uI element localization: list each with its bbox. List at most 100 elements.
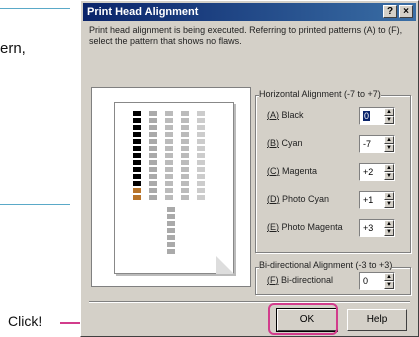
close-button[interactable]: × [399, 5, 413, 18]
top-rule [0, 8, 70, 9]
pattern-mark [197, 195, 205, 200]
pattern-mark [165, 118, 173, 123]
photo-magenta-key: (E) [267, 222, 280, 232]
photo-cyan-spin-buttons: ▲ ▼ [384, 192, 394, 208]
help-titlebar-button[interactable]: ? [383, 5, 397, 18]
bidirectional-decrement-icon[interactable]: ▼ [384, 281, 394, 289]
pattern-mark [149, 111, 157, 116]
photo-magenta-decrement-icon[interactable]: ▼ [384, 228, 394, 236]
pattern-mark [165, 139, 173, 144]
cyan-label-text: Cyan [281, 138, 303, 148]
black-key: (A) [267, 110, 280, 120]
magenta-value[interactable]: +2 [363, 167, 373, 177]
cyan-increment-icon[interactable]: ▲ [384, 136, 394, 144]
horizontal-group-label: Horizontal Alignment (-7 to +7) [259, 89, 381, 99]
black-label-text: Black [281, 110, 304, 120]
pattern-mark [181, 132, 189, 137]
instructions-text: Print head alignment is being executed. … [89, 25, 403, 46]
magenta-decrement-icon[interactable]: ▼ [384, 172, 394, 180]
photo-magenta-increment-icon[interactable]: ▲ [384, 220, 394, 228]
photo-magenta-spinner[interactable]: +3 ▲ ▼ [359, 219, 395, 237]
photo-cyan-label: (D) Photo Cyan [267, 194, 329, 204]
pattern-mark [167, 235, 175, 240]
magenta-spinner[interactable]: +2 ▲ ▼ [359, 163, 395, 181]
bidirectional-label: (F) Bi-directional [267, 275, 333, 285]
pattern-mark [149, 139, 157, 144]
printed-sheet-preview [114, 102, 234, 274]
bidirectional-label-text: Bi-directional [281, 275, 334, 285]
cyan-key: (B) [267, 138, 280, 148]
pattern-mark [181, 118, 189, 123]
photo-cyan-increment-icon[interactable]: ▲ [384, 192, 394, 200]
pattern-mark [165, 146, 173, 151]
pattern-mark [181, 174, 189, 179]
cyan-spinner[interactable]: -7 ▲ ▼ [359, 135, 395, 153]
pattern-mark [133, 195, 141, 200]
photo-cyan-decrement-icon[interactable]: ▼ [384, 200, 394, 208]
photo-cyan-spinner[interactable]: +1 ▲ ▼ [359, 191, 395, 209]
pattern-mark [197, 118, 205, 123]
pattern-mark [149, 174, 157, 179]
black-spin-buttons: ▲ ▼ [384, 108, 394, 124]
pattern-preview [91, 87, 251, 287]
pattern-mark [149, 181, 157, 186]
bidirectional-spin-buttons: ▲ ▼ [384, 273, 394, 289]
black-increment-icon[interactable]: ▲ [384, 108, 394, 116]
magenta-key: (C) [267, 166, 280, 176]
pattern-mark [133, 146, 141, 151]
title-buttons: ? × [383, 5, 413, 18]
pattern-mark [165, 188, 173, 193]
pattern-mark [181, 111, 189, 116]
photo-cyan-label-text: Photo Cyan [282, 194, 330, 204]
pattern-mark [133, 132, 141, 137]
black-label: (A) Black [267, 110, 304, 120]
pattern-mark [167, 214, 175, 219]
bidirectional-group-label: Bi-directional Alignment (-3 to +3) [259, 260, 393, 270]
pattern-mark [133, 139, 141, 144]
pattern-mark [165, 132, 173, 137]
photo-magenta-label-text: Photo Magenta [281, 222, 343, 232]
row-black: (A) Black 0 ▲ ▼ [267, 107, 407, 125]
cyan-decrement-icon[interactable]: ▼ [384, 144, 394, 152]
bidirectional-spinner[interactable]: 0 ▲ ▼ [359, 272, 395, 290]
pattern-mark [181, 160, 189, 165]
row-photo-cyan: (D) Photo Cyan +1 ▲ ▼ [267, 191, 407, 209]
pattern-mark [149, 125, 157, 130]
bidirectional-value[interactable]: 0 [363, 276, 368, 286]
row-magenta: (C) Magenta +2 ▲ ▼ [267, 163, 407, 181]
pattern-mark [197, 125, 205, 130]
black-decrement-icon[interactable]: ▼ [384, 116, 394, 124]
pattern-mark [165, 174, 173, 179]
pattern-mark [133, 125, 141, 130]
callout-label: Click! [8, 313, 43, 329]
pattern-mark [133, 181, 141, 186]
pattern-mark [197, 132, 205, 137]
photo-magenta-label: (E) Photo Magenta [267, 222, 343, 232]
pattern-mark [149, 195, 157, 200]
pattern-mark [165, 160, 173, 165]
pattern-mark [133, 118, 141, 123]
page-curl-icon [216, 256, 234, 274]
help-button[interactable]: Help [347, 309, 407, 331]
row-cyan: (B) Cyan -7 ▲ ▼ [267, 135, 407, 153]
dialog-titlebar: Print Head Alignment ? × [83, 3, 416, 21]
pattern-mark [133, 167, 141, 172]
pattern-mark [197, 146, 205, 151]
cyan-value[interactable]: -7 [363, 139, 371, 149]
photo-magenta-value[interactable]: +3 [363, 223, 373, 233]
pattern-mark [167, 242, 175, 247]
bidirectional-increment-icon[interactable]: ▲ [384, 273, 394, 281]
pattern-mark [197, 181, 205, 186]
black-value[interactable]: 0 [363, 111, 371, 121]
pattern-mark [181, 125, 189, 130]
middle-rule [0, 204, 70, 205]
pattern-mark [165, 181, 173, 186]
pattern-mark [197, 174, 205, 179]
cyan-spin-buttons: ▲ ▼ [384, 136, 394, 152]
pattern-mark [165, 111, 173, 116]
photo-cyan-value[interactable]: +1 [363, 195, 373, 205]
photo-magenta-spin-buttons: ▲ ▼ [384, 220, 394, 236]
black-spinner[interactable]: 0 ▲ ▼ [359, 107, 395, 125]
magenta-increment-icon[interactable]: ▲ [384, 164, 394, 172]
magenta-spin-buttons: ▲ ▼ [384, 164, 394, 180]
